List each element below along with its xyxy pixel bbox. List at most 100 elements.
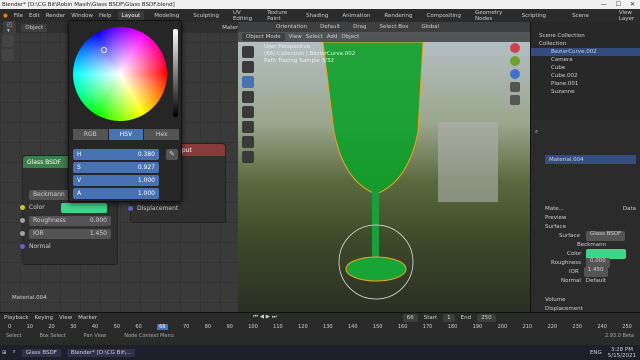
menu-marker[interactable]: Marker: [78, 315, 97, 321]
tab-rendering[interactable]: Rendering: [380, 11, 416, 21]
clock[interactable]: 3:28 PM 5/15/2021: [608, 347, 640, 359]
surface-dropdown[interactable]: Glass BSDF: [585, 230, 626, 241]
language-indicator[interactable]: ENG: [590, 350, 602, 356]
view-layer-selector[interactable]: View Layer: [619, 10, 640, 22]
object-mode-dropdown[interactable]: Object Mode: [242, 33, 285, 41]
play-controls-icon[interactable]: ⏮ ◀ ▶ ⏭: [253, 314, 277, 321]
close-icon[interactable]: ✕: [630, 1, 635, 8]
surface-section[interactable]: Surface: [531, 222, 640, 231]
y-axis-icon[interactable]: [510, 56, 520, 66]
tab-sculpting[interactable]: Sculpting: [189, 11, 223, 21]
blender-logo-icon[interactable]: ●: [3, 13, 8, 19]
tab-rgb[interactable]: RGB: [73, 129, 108, 140]
color-swatch[interactable]: [61, 202, 107, 213]
drag-dropdown[interactable]: Drag: [349, 23, 371, 31]
menu-render[interactable]: Render: [46, 13, 66, 19]
tab-modeling[interactable]: Modeling: [150, 11, 183, 21]
tab-hex[interactable]: Hex: [144, 129, 180, 140]
global-dropdown[interactable]: Global: [417, 23, 444, 31]
eyedropper-icon[interactable]: ✎: [166, 149, 178, 160]
wheel-cursor-icon[interactable]: [101, 47, 107, 53]
normal-socket-icon[interactable]: [20, 244, 25, 249]
taskbar-item-glass-bsdf[interactable]: Glass BSDF: [21, 348, 61, 357]
orientation-dropdown[interactable]: Orientation: [272, 23, 312, 31]
select-tool-icon[interactable]: [2, 35, 14, 47]
rotate-tool-icon[interactable]: [242, 91, 254, 103]
color-wheel[interactable]: [73, 27, 167, 121]
preview-section[interactable]: Preview: [531, 213, 640, 222]
object-mode-dropdown[interactable]: Object: [21, 23, 48, 32]
cursor-tool-icon[interactable]: [242, 61, 254, 73]
distribution-dropdown[interactable]: Beckmann: [531, 240, 640, 249]
default-dropdown[interactable]: Default: [316, 23, 345, 31]
outliner-scene-collection[interactable]: Scene Collection: [531, 32, 640, 40]
menu-add[interactable]: Add: [327, 34, 338, 40]
material-slot[interactable]: Material.004: [545, 155, 636, 164]
3d-viewport[interactable]: [238, 22, 530, 312]
menu-object[interactable]: Object: [341, 34, 359, 40]
annotate-tool-icon[interactable]: [2, 49, 14, 61]
z-axis-icon[interactable]: [510, 69, 520, 79]
annotate-tool-icon[interactable]: [242, 136, 254, 148]
pan-hand-icon[interactable]: [510, 95, 520, 105]
ior-socket-icon[interactable]: [20, 231, 25, 236]
minimize-icon[interactable]: —: [601, 1, 607, 8]
value-slider[interactable]: [173, 29, 178, 117]
select-tool-icon[interactable]: [242, 46, 254, 58]
scene-selector[interactable]: Scene: [572, 13, 589, 19]
outliner-item-beziercurve[interactable]: BezierCurve.002: [531, 48, 640, 56]
taskbar-item-blender[interactable]: Blender* [D:\CG Bit\...: [66, 348, 136, 357]
material-name[interactable]: Mate...: [545, 206, 564, 212]
displacement-socket-icon[interactable]: [128, 206, 133, 211]
roughness-socket-icon[interactable]: [20, 218, 25, 223]
current-frame-field[interactable]: 66: [402, 313, 418, 322]
menu-window[interactable]: Window: [71, 13, 93, 19]
saturation-field[interactable]: S 0.927: [73, 162, 159, 173]
task-search-icon[interactable]: ⌕: [13, 349, 16, 356]
hue-field[interactable]: H 0.380: [73, 149, 159, 160]
outliner-item-collection[interactable]: Collection: [531, 40, 640, 48]
menu-edit[interactable]: Edit: [29, 13, 40, 19]
roughness-field[interactable]: Roughness 0.000: [29, 215, 111, 226]
maximize-icon[interactable]: ☐: [616, 1, 621, 8]
alpha-field[interactable]: A 1.000: [73, 188, 159, 199]
tab-scripting[interactable]: Scripting: [518, 11, 550, 21]
tab-shading[interactable]: Shading: [302, 11, 332, 21]
tab-hsv[interactable]: HSV: [108, 129, 144, 140]
ior-field[interactable]: 1.450: [583, 266, 608, 277]
timeline-ruler[interactable]: 0 10 20 30 40 50 60 66 70 80 90 100 110 120 130 140 150 1…: [0, 322, 640, 331]
data-dropdown[interactable]: Data: [623, 206, 636, 212]
normal-value[interactable]: Default: [586, 278, 606, 284]
color-socket-icon[interactable]: [20, 205, 25, 210]
tab-compositing[interactable]: Compositing: [423, 11, 465, 21]
select-box-dropdown[interactable]: Select Box: [375, 23, 413, 31]
ior-field[interactable]: IOR 1.450: [29, 228, 111, 239]
menu-view[interactable]: View: [59, 315, 72, 321]
menu-select[interactable]: Select: [306, 34, 323, 40]
zoom-icon[interactable]: [510, 82, 520, 92]
properties-search[interactable]: ⌕: [531, 128, 640, 137]
menu-keying[interactable]: Keying: [35, 315, 53, 321]
outliner-item-plane[interactable]: Plane.001: [531, 80, 640, 88]
outliner-item-suzanne[interactable]: Suzanne: [531, 88, 640, 96]
outliner-item-cube-002[interactable]: Cube.002: [531, 72, 640, 80]
transform-tool-icon[interactable]: [242, 121, 254, 133]
scale-tool-icon[interactable]: [242, 106, 254, 118]
menu-playback[interactable]: Playback: [4, 315, 29, 321]
menu-help[interactable]: Help: [99, 13, 112, 19]
move-tool-icon[interactable]: [242, 76, 254, 88]
outliner-item-cube[interactable]: Cube: [531, 64, 640, 72]
outliner-item-camera[interactable]: Camera: [531, 56, 640, 64]
start-menu-icon[interactable]: ⊞: [2, 350, 7, 356]
tab-animation[interactable]: Animation: [338, 11, 374, 21]
start-frame-field[interactable]: 1: [443, 313, 455, 322]
end-frame-field[interactable]: 250: [477, 313, 496, 322]
menu-view[interactable]: View: [289, 34, 302, 40]
volume-section[interactable]: Volume: [531, 295, 640, 304]
x-axis-icon[interactable]: [510, 43, 520, 53]
measure-tool-icon[interactable]: [242, 151, 254, 163]
tab-layout[interactable]: Layout: [117, 10, 145, 21]
timeline-tick: 70: [182, 323, 190, 330]
menu-file[interactable]: File: [14, 13, 23, 19]
value-field[interactable]: V 1.000: [73, 175, 159, 186]
